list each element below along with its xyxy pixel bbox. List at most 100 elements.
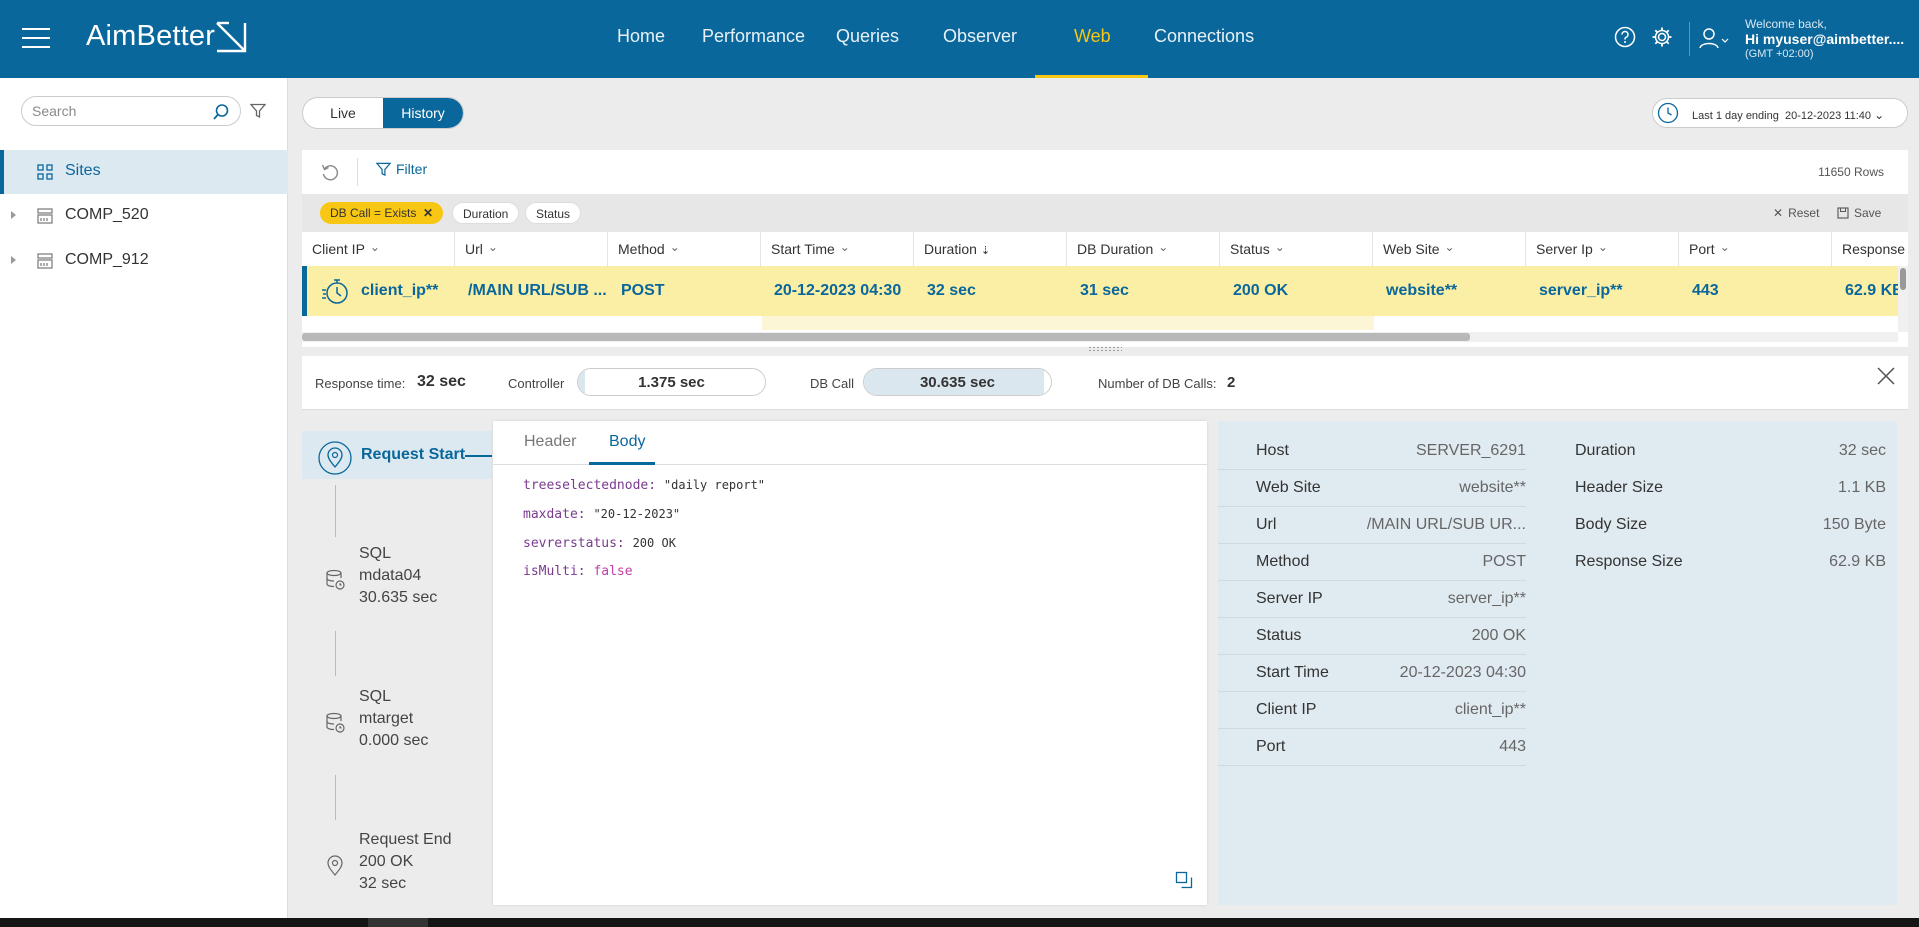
col-response-size[interactable]: Response S <box>1832 232 1908 266</box>
info-key: Port <box>1256 738 1286 755</box>
horizontal-scrollbar[interactable] <box>302 332 1898 342</box>
db-calls-count: 2 <box>1227 374 1236 391</box>
timeline-step-db: mtarget <box>359 710 414 727</box>
sidebar-item-comp-520[interactable]: COMP_520 <box>0 194 288 238</box>
sidebar-item-label: COMP_912 <box>65 251 149 268</box>
server-icon <box>37 208 53 224</box>
close-icon[interactable]: ✕ <box>423 206 433 220</box>
panel-resize-handle[interactable] <box>1088 346 1122 352</box>
col-method[interactable]: Method <box>608 232 761 266</box>
timeline-request-end[interactable]: Request End 200 OK 32 sec <box>302 829 492 899</box>
request-summary-bar: Response time: 32 sec Controller 1.375 s… <box>302 356 1908 410</box>
reset-label: Reset <box>1788 206 1820 220</box>
body-value: "daily report" <box>663 478 766 492</box>
nav-web[interactable]: Web <box>1074 26 1111 47</box>
col-status[interactable]: Status <box>1220 232 1373 266</box>
vertical-scrollbar[interactable] <box>1898 266 1908 332</box>
info-key: Duration <box>1575 442 1636 459</box>
search-icon[interactable] <box>212 103 230 121</box>
chip-duration[interactable]: Duration <box>452 202 520 224</box>
tab-body[interactable]: Body <box>609 433 645 451</box>
info-key: Server IP <box>1256 590 1323 607</box>
grid-icon <box>37 164 53 180</box>
refresh-icon[interactable] <box>320 162 340 182</box>
info-row: Host SERVER_6291 <box>1218 433 1526 470</box>
chip-db-call[interactable]: DB Call = Exists ✕ <box>320 202 444 224</box>
info-row: Body Size 150 Byte <box>1575 507 1886 544</box>
chevron-down-icon: ⌄ <box>1874 108 1885 122</box>
welcome-user[interactable]: Hi myuser@aimbetter.... <box>1745 32 1904 47</box>
body-line: treeselectednode: "daily report" <box>523 471 765 500</box>
database-icon <box>324 712 346 734</box>
col-duration[interactable]: Duration ⇣ <box>914 232 1067 266</box>
scroll-thumb[interactable] <box>1900 268 1906 290</box>
info-key: Body Size <box>1575 516 1648 533</box>
info-row: Response Size 62.9 KB <box>1575 544 1886 581</box>
info-row: Method POST <box>1218 544 1526 581</box>
col-client-ip[interactable]: Client IP <box>302 232 455 266</box>
nav-connections[interactable]: Connections <box>1154 26 1254 47</box>
sidebar-item-sites[interactable]: Sites <box>0 150 288 194</box>
scroll-thumb[interactable] <box>302 333 1470 341</box>
info-key: Method <box>1256 553 1310 570</box>
filter-button[interactable]: Filter <box>376 161 427 177</box>
timeline-step-sql[interactable]: SQL mdata04 30.635 sec <box>302 543 492 613</box>
request-body-content: treeselectednode: "daily report" maxdate… <box>523 471 765 586</box>
tab-header[interactable]: Header <box>524 433 576 451</box>
response-time-label: Response time: <box>315 376 406 391</box>
info-value: website** <box>1459 479 1526 496</box>
col-db-duration[interactable]: DB Duration <box>1067 232 1220 266</box>
table-row[interactable] <box>302 316 1898 330</box>
timeline-step-type: SQL <box>359 688 392 705</box>
search-input[interactable] <box>32 103 202 119</box>
tab-live[interactable]: Live <box>303 98 383 128</box>
timeline-request-start[interactable]: Request Start <box>302 431 492 479</box>
save-button[interactable]: Save <box>1837 206 1881 220</box>
nav-queries[interactable]: Queries <box>836 26 899 47</box>
reset-button[interactable]: ✕ Reset <box>1773 206 1819 220</box>
expand-icon[interactable] <box>11 211 16 219</box>
sidebar-item-comp-912[interactable]: COMP_912 <box>0 239 288 283</box>
nav-home[interactable]: Home <box>617 26 665 47</box>
help-icon[interactable] <box>1614 26 1636 48</box>
timeline-line <box>335 631 336 676</box>
user-icon[interactable] <box>1699 27 1729 49</box>
col-url[interactable]: Url <box>455 232 608 266</box>
timeline-connector <box>465 455 492 457</box>
col-start-time[interactable]: Start Time <box>761 232 914 266</box>
col-port[interactable]: Port <box>1679 232 1832 266</box>
tab-history[interactable]: History <box>383 98 463 128</box>
info-key: Header Size <box>1575 479 1664 496</box>
col-duration-label: Duration <box>924 241 977 257</box>
table-row[interactable]: client_ip** /MAIN URL/SUB ... POST 20-12… <box>302 266 1903 316</box>
info-value: SERVER_6291 <box>1416 442 1526 459</box>
close-icon: ✕ <box>1773 206 1784 220</box>
logo-mark-icon <box>214 20 248 54</box>
filter-icon[interactable] <box>250 103 266 119</box>
filter-chip-bar: DB Call = Exists ✕ Duration Status ✕ Rese… <box>302 194 1908 232</box>
close-icon[interactable] <box>1876 366 1896 386</box>
body-value: false <box>593 564 633 579</box>
chip-status[interactable]: Status <box>525 202 582 224</box>
nav-performance[interactable]: Performance <box>702 26 805 47</box>
location-pin-icon <box>318 441 352 475</box>
col-web-site[interactable]: Web Site <box>1373 232 1526 266</box>
database-icon <box>324 569 346 591</box>
info-value: client_ip** <box>1454 701 1526 718</box>
gear-icon[interactable] <box>1651 26 1673 48</box>
info-value: POST <box>1482 553 1526 570</box>
timeline-step-sql[interactable]: SQL mtarget 0.000 sec <box>302 686 492 756</box>
copy-icon[interactable] <box>1175 871 1193 889</box>
menu-icon[interactable] <box>22 28 50 50</box>
col-server-ip[interactable]: Server Ip <box>1526 232 1679 266</box>
body-line: sevrerstatus: 200 OK <box>523 529 765 558</box>
info-key: Start Time <box>1256 664 1329 681</box>
expand-icon[interactable] <box>11 256 16 264</box>
info-value: 62.9 KB <box>1829 553 1886 570</box>
timeline-step-type: SQL <box>359 545 392 562</box>
welcome-greeting: Welcome back, <box>1745 17 1827 31</box>
date-range-picker[interactable]: Last 1 day ending 20-12-2023 11:40 ⌄ <box>1652 98 1908 128</box>
info-value: /MAIN URL/SUB UR... <box>1366 516 1526 533</box>
cell-url: /MAIN URL/SUB ... <box>468 282 607 299</box>
nav-observer[interactable]: Observer <box>943 26 1017 47</box>
